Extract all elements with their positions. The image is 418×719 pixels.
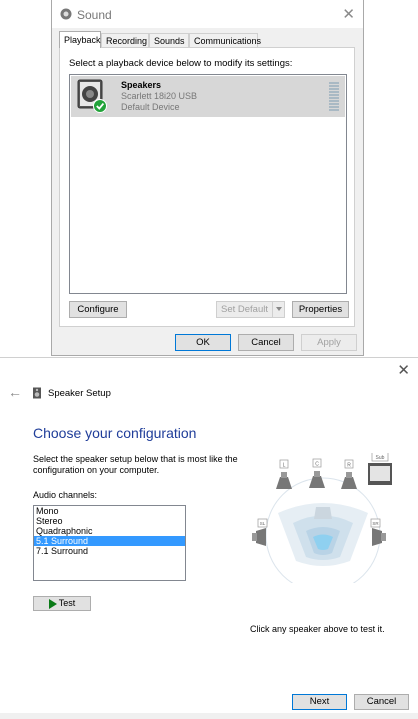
back-arrow-icon[interactable]: ← bbox=[8, 384, 22, 400]
sound-window-title: Sound bbox=[77, 8, 112, 22]
panel-instruction: Select a playback device below to modify… bbox=[69, 58, 293, 69]
speaker-device-icon bbox=[77, 79, 107, 113]
device-model: Scarlett 18i20 USB bbox=[121, 91, 198, 101]
audio-channels-list[interactable]: Mono Stereo Quadraphonic 5.1 Surround 7.… bbox=[33, 505, 186, 581]
apply-button[interactable]: Apply bbox=[301, 334, 357, 351]
test-hint: Click any speaker above to test it. bbox=[250, 624, 385, 634]
ok-button[interactable]: OK bbox=[175, 334, 231, 351]
speaker-right-icon[interactable]: R bbox=[341, 459, 357, 489]
channel-option-5-1-surround[interactable]: 5.1 Surround bbox=[34, 536, 185, 546]
speaker-layout-diagram: L C R Sub SL SR bbox=[252, 453, 392, 583]
config-description: Select the speaker setup below that is m… bbox=[33, 454, 238, 475]
speaker-setup-window: ✕ ← Speaker Setup Choose your configurat… bbox=[0, 357, 418, 719]
tab-communications[interactable]: Communications bbox=[189, 33, 261, 47]
device-item-speakers[interactable]: Speakers Scarlett 18i20 USB Default Devi… bbox=[71, 76, 345, 117]
speaker-setup-icon bbox=[33, 387, 41, 399]
device-status: Default Device bbox=[121, 102, 180, 112]
speaker-setup-title: Speaker Setup bbox=[48, 388, 111, 399]
speaker-label-side-left: SL bbox=[260, 521, 266, 526]
speaker-label-right: R bbox=[347, 462, 351, 468]
audio-channels-label: Audio channels: bbox=[33, 490, 98, 500]
page-heading: Choose your configuration bbox=[33, 425, 197, 441]
set-default-dropdown[interactable] bbox=[272, 301, 285, 318]
tab-sounds[interactable]: Sounds bbox=[149, 33, 189, 47]
speaker-center-icon[interactable]: C bbox=[309, 458, 325, 488]
configure-button[interactable]: Configure bbox=[69, 301, 127, 318]
speaker-label-left: L bbox=[283, 462, 286, 468]
sound-titlebar: Sound ✕ bbox=[52, 0, 363, 28]
speaker-side-right-icon[interactable]: SR bbox=[370, 518, 386, 546]
speaker-label-center: C bbox=[315, 461, 319, 467]
set-default-button[interactable]: Set Default bbox=[216, 301, 273, 318]
sound-app-icon bbox=[60, 8, 72, 20]
channel-option-7-1-surround[interactable]: 7.1 Surround bbox=[34, 546, 185, 556]
properties-button[interactable]: Properties bbox=[292, 301, 349, 318]
channel-option-quadraphonic[interactable]: Quadraphonic bbox=[34, 526, 185, 536]
close-icon[interactable]: ✕ bbox=[342, 5, 355, 23]
test-button-label: Test bbox=[58, 598, 76, 608]
tab-recording[interactable]: Recording bbox=[101, 33, 149, 47]
test-button[interactable]: Test bbox=[33, 596, 91, 611]
speaker-setup-content: ✕ ← Speaker Setup Choose your configurat… bbox=[0, 358, 418, 713]
channel-option-stereo[interactable]: Stereo bbox=[34, 516, 185, 526]
speaker-side-left-icon[interactable]: SL bbox=[252, 518, 268, 546]
tab-playback[interactable]: Playback bbox=[59, 31, 101, 48]
next-button[interactable]: Next bbox=[292, 694, 347, 710]
play-icon bbox=[48, 598, 57, 609]
close-icon[interactable]: ✕ bbox=[397, 361, 410, 379]
speaker-label-side-right: SR bbox=[372, 521, 379, 526]
speaker-sub-icon[interactable]: Sub bbox=[368, 453, 392, 485]
device-list[interactable]: Speakers Scarlett 18i20 USB Default Devi… bbox=[69, 74, 347, 294]
sound-dialog: Sound ✕ Playback Recording Sounds Commun… bbox=[51, 0, 364, 356]
level-meter bbox=[329, 82, 339, 112]
playback-panel: Select a playback device below to modify… bbox=[59, 47, 355, 327]
setup-cancel-button[interactable]: Cancel bbox=[354, 694, 409, 710]
chevron-down-icon bbox=[275, 307, 282, 312]
device-name: Speakers bbox=[121, 80, 162, 90]
channel-option-mono[interactable]: Mono bbox=[34, 506, 185, 516]
footer-bar bbox=[0, 713, 418, 719]
speaker-label-sub: Sub bbox=[376, 455, 385, 461]
cancel-button[interactable]: Cancel bbox=[238, 334, 294, 351]
speaker-left-icon[interactable]: L bbox=[276, 459, 292, 489]
